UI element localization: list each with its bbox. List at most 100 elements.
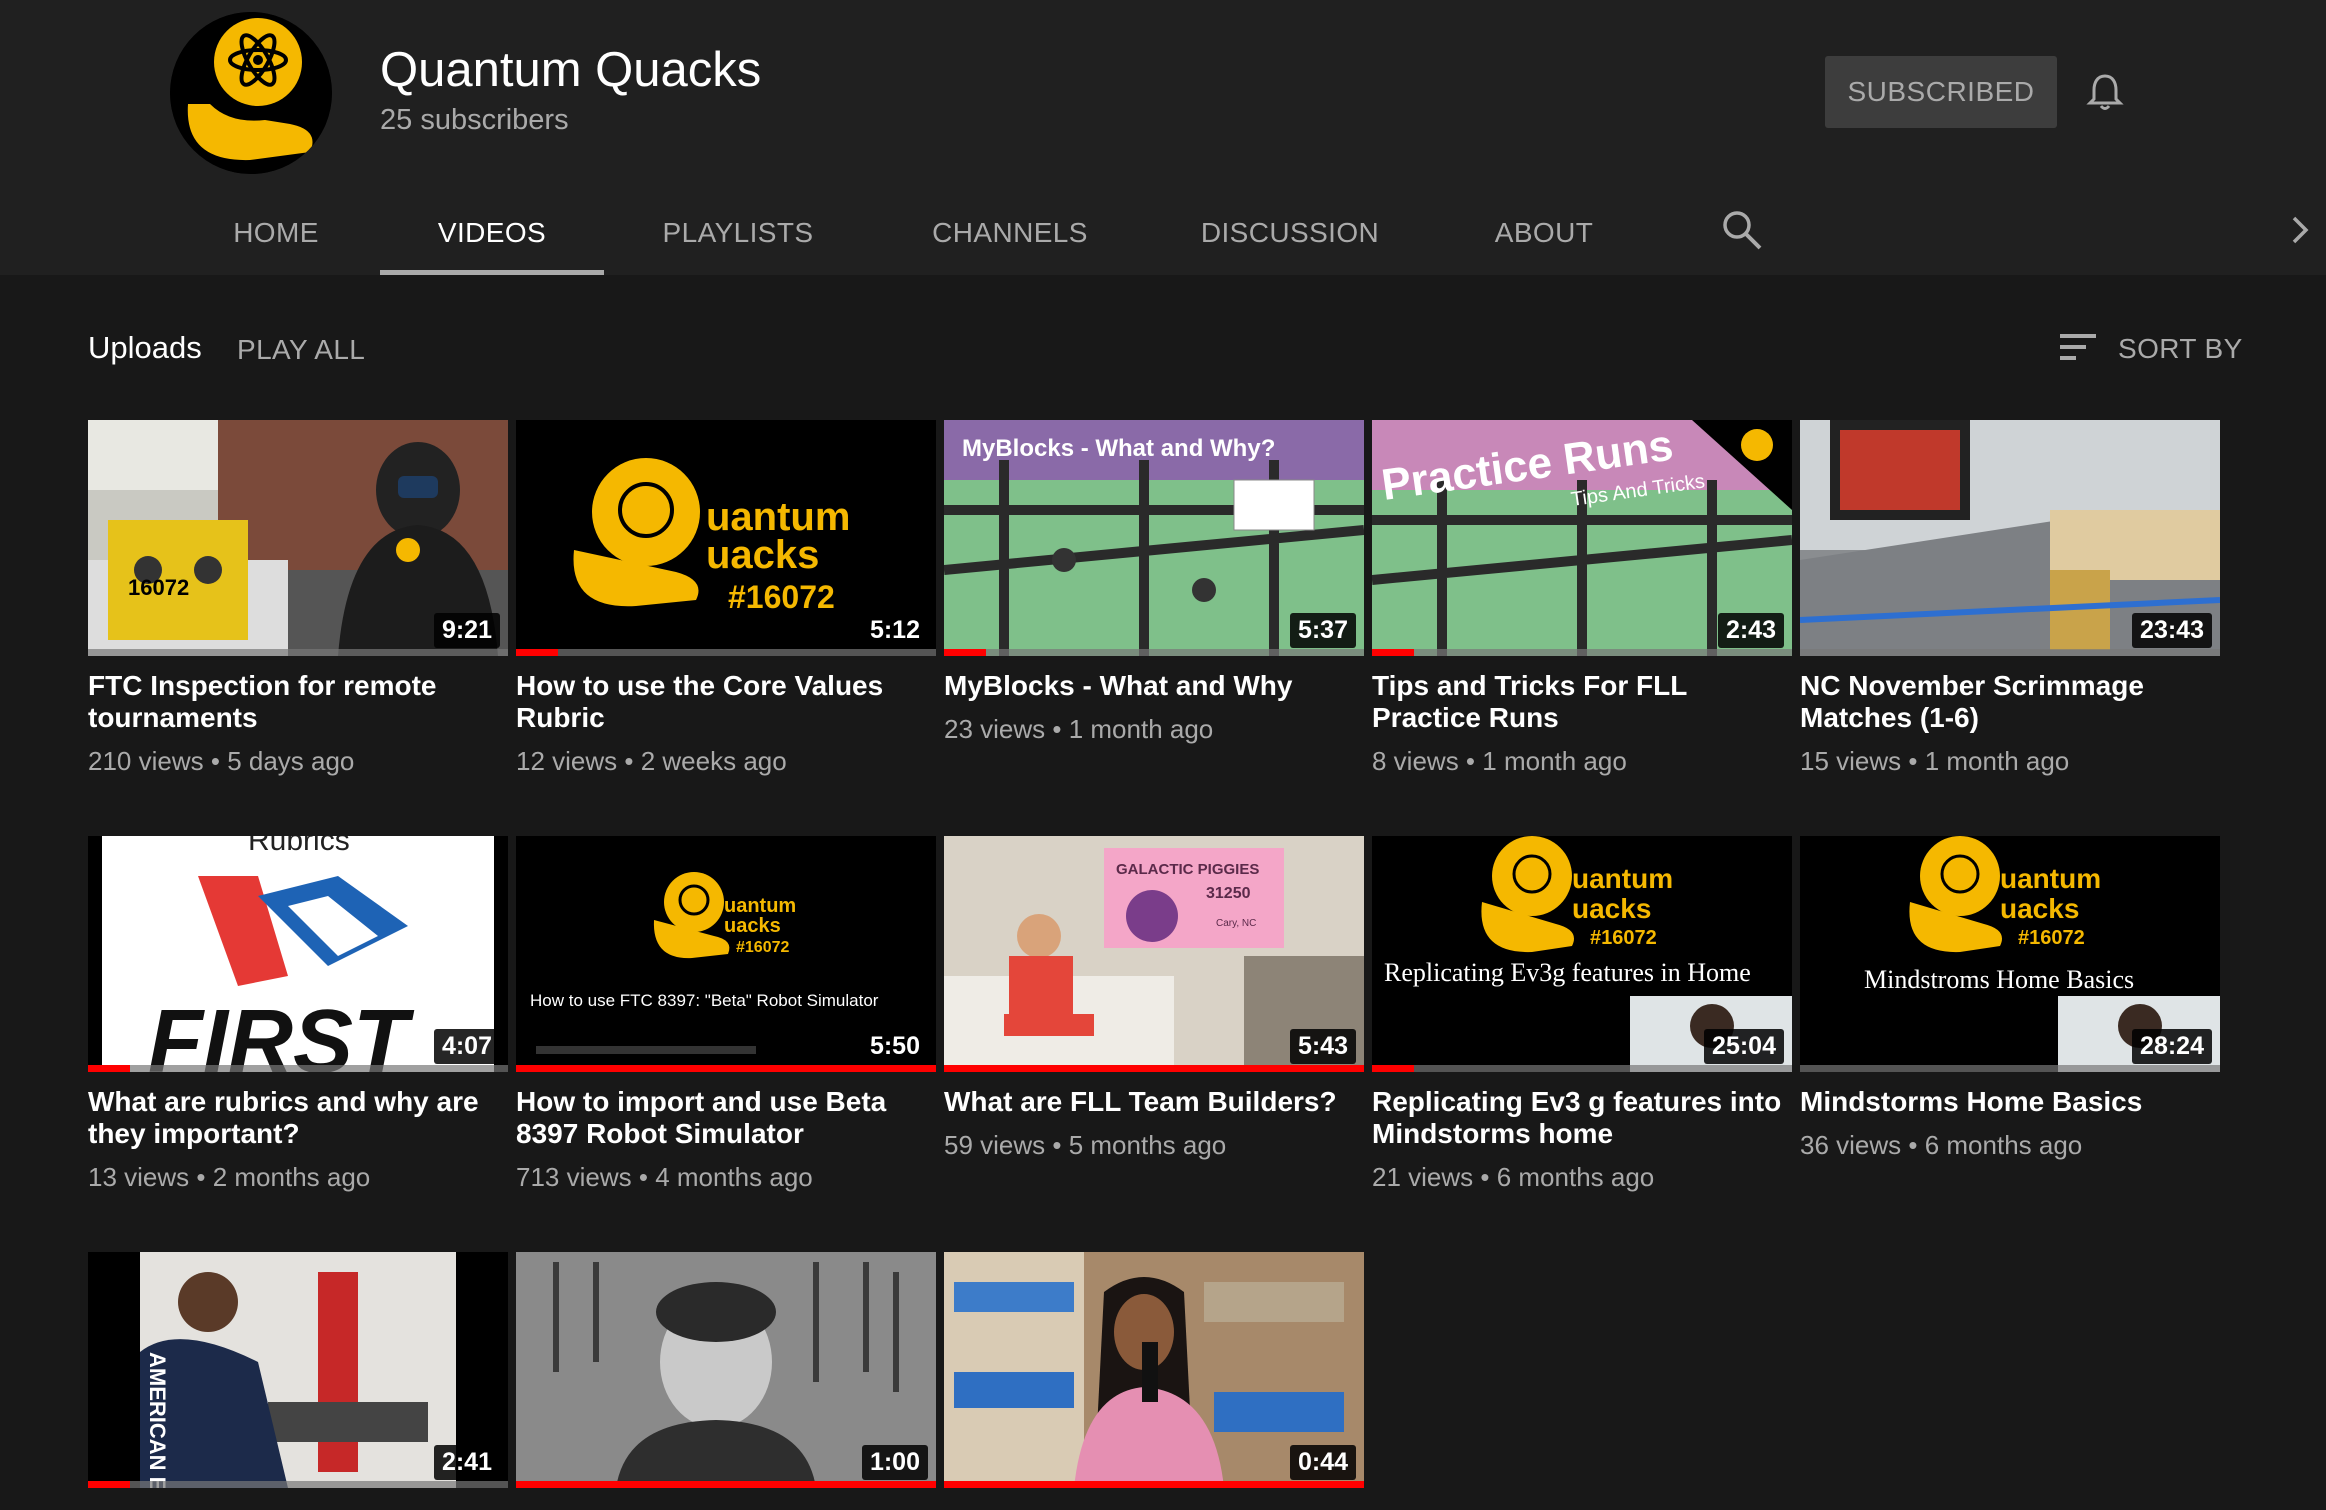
upload-age: 5 months ago bbox=[1068, 1130, 1227, 1160]
thumb-text: 16072 bbox=[128, 575, 189, 600]
upload-age: 6 months ago bbox=[1496, 1162, 1655, 1192]
thumb-text: How to use FTC 8397: "Beta" Robot Simula… bbox=[530, 991, 879, 1010]
video-thumbnail[interactable]: 23:43 bbox=[1800, 420, 2220, 656]
video-meta: 23 views • 1 month ago bbox=[944, 714, 1214, 744]
video-duration: 1:00 bbox=[861, 1445, 928, 1480]
watch-progress-fill bbox=[516, 649, 558, 656]
video-thumbnail[interactable]: 16072 9:21 bbox=[88, 420, 508, 656]
video-title[interactable]: NC November Scrimmage Matches (1-6) bbox=[1800, 670, 2220, 734]
video-thumbnail[interactable]: uantum uacks #16072 Replicating Ev3g fea… bbox=[1372, 836, 1792, 1072]
sort-icon[interactable] bbox=[2058, 331, 2098, 363]
thumb-text: FIRST bbox=[148, 992, 415, 1072]
video-card[interactable]: 16072 9:21 FTC Inspection for remote tou… bbox=[88, 420, 508, 777]
thumb-text: uacks bbox=[1572, 893, 1651, 924]
video-title[interactable]: What are FLL Team Builders? bbox=[944, 1086, 1364, 1118]
video-card[interactable]: uantum uacks #16072 5:12 How to use the … bbox=[516, 420, 936, 777]
view-count: 12 views bbox=[516, 746, 618, 776]
video-meta: 59 views • 5 months ago bbox=[944, 1130, 1227, 1160]
tab-channels[interactable]: CHANNELS bbox=[920, 190, 1100, 275]
thumb-text: #16072 bbox=[736, 939, 789, 956]
sort-by-button[interactable]: SORT BY bbox=[2118, 333, 2243, 365]
video-title[interactable]: Mindstorms Home Basics bbox=[1800, 1086, 2220, 1118]
video-thumbnail[interactable]: uantum uacks #16072 How to use FTC 8397:… bbox=[516, 836, 936, 1072]
watch-progress-fill bbox=[88, 1481, 130, 1488]
video-card[interactable]: 0:44 bbox=[944, 1252, 1364, 1488]
chevron-right-icon[interactable] bbox=[2288, 212, 2312, 248]
video-meta: 210 views • 5 days ago bbox=[88, 746, 355, 776]
watch-progress bbox=[516, 649, 936, 656]
watch-progress-fill bbox=[516, 1065, 936, 1072]
thumb-text: uantum bbox=[2000, 863, 2101, 894]
video-title[interactable]: What are rubrics and why are they import… bbox=[88, 1086, 508, 1150]
thumb-text: MyBlocks - What and Why? bbox=[962, 435, 1275, 462]
video-card[interactable]: AMERICAN EAGLE 2:41 bbox=[88, 1252, 508, 1488]
video-card[interactable]: 23:43 NC November Scrimmage Matches (1-6… bbox=[1800, 420, 2220, 777]
watch-progress bbox=[944, 1481, 1364, 1488]
watch-progress bbox=[1372, 649, 1792, 656]
video-title[interactable]: FTC Inspection for remote tournaments bbox=[88, 670, 508, 734]
watch-progress bbox=[516, 1065, 936, 1072]
video-title[interactable]: How to import and use Beta 8397 Robot Si… bbox=[516, 1086, 936, 1150]
watch-progress bbox=[944, 649, 1364, 656]
upload-age: 6 months ago bbox=[1924, 1130, 2083, 1160]
video-thumbnail[interactable]: Practice Runs Tips And Tricks 2:43 bbox=[1372, 420, 1792, 656]
tab-label: HOME bbox=[233, 216, 319, 248]
tab-label: VIDEOS bbox=[437, 216, 547, 248]
thumb-text: 31250 bbox=[1206, 885, 1251, 902]
watch-progress bbox=[88, 1065, 508, 1072]
tab-home[interactable]: HOME bbox=[215, 190, 337, 275]
video-card[interactable]: Rubrics FIRST 4:07 What are rubrics and … bbox=[88, 836, 508, 1193]
tab-about[interactable]: ABOUT bbox=[1480, 190, 1608, 275]
upload-age: 5 days ago bbox=[227, 746, 355, 776]
view-count: 36 views bbox=[1800, 1130, 1902, 1160]
video-card[interactable]: Practice Runs Tips And Tricks 2:43 Tips … bbox=[1372, 420, 1792, 777]
watch-progress-fill bbox=[516, 1481, 936, 1488]
watch-progress bbox=[1800, 649, 2220, 656]
video-title[interactable]: Replicating Ev3 g features into Mindstor… bbox=[1372, 1086, 1792, 1150]
video-thumbnail[interactable]: uantum uacks #16072 Mindstroms Home Basi… bbox=[1800, 836, 2220, 1072]
view-count: 21 views bbox=[1372, 1162, 1474, 1192]
video-thumbnail[interactable]: AMERICAN EAGLE 2:41 bbox=[88, 1252, 508, 1488]
video-duration: 0:44 bbox=[1289, 1445, 1356, 1480]
video-card[interactable]: 1:00 bbox=[516, 1252, 936, 1488]
watch-progress bbox=[516, 1481, 936, 1488]
video-thumbnail[interactable]: 1:00 bbox=[516, 1252, 936, 1488]
thumb-text: uacks bbox=[724, 915, 781, 937]
thumb-text: Replicating Ev3g features in Home bbox=[1384, 958, 1751, 987]
video-duration: 4:07 bbox=[433, 1029, 500, 1064]
video-duration: 25:04 bbox=[1704, 1029, 1784, 1064]
tab-discussion[interactable]: DISCUSSION bbox=[1195, 190, 1385, 275]
play-all-button[interactable]: PLAY ALL bbox=[237, 334, 365, 366]
bell-icon[interactable] bbox=[2085, 72, 2125, 112]
upload-age: 2 weeks ago bbox=[640, 746, 787, 776]
subscribed-button[interactable]: SUBSCRIBED bbox=[1825, 56, 2057, 128]
video-card[interactable]: GALACTIC PIGGIES 31250 Cary, NC 5:43 Wha… bbox=[944, 836, 1364, 1161]
watch-progress-fill bbox=[1372, 649, 1414, 656]
video-thumbnail[interactable]: 0:44 bbox=[944, 1252, 1364, 1488]
video-duration: 5:12 bbox=[861, 613, 928, 648]
thumb-text: Cary, NC bbox=[1216, 918, 1256, 929]
tab-playlists[interactable]: PLAYLISTS bbox=[645, 190, 831, 275]
watch-progress-fill bbox=[944, 649, 986, 656]
thumb-text: Rubrics bbox=[248, 836, 350, 857]
search-icon[interactable] bbox=[1720, 208, 1764, 252]
video-thumbnail[interactable]: Rubrics FIRST 4:07 bbox=[88, 836, 508, 1072]
video-duration: 5:43 bbox=[1289, 1029, 1356, 1064]
video-thumbnail[interactable]: uantum uacks #16072 5:12 bbox=[516, 420, 936, 656]
video-thumbnail[interactable]: MyBlocks - What and Why? 5:37 bbox=[944, 420, 1364, 656]
tab-videos[interactable]: VIDEOS bbox=[380, 190, 604, 275]
video-title[interactable]: How to use the Core Values Rubric bbox=[516, 670, 936, 734]
video-card[interactable]: uantum uacks #16072 How to use FTC 8397:… bbox=[516, 836, 936, 1193]
video-card[interactable]: uantum uacks #16072 Mindstroms Home Basi… bbox=[1800, 836, 2220, 1161]
video-title[interactable]: MyBlocks - What and Why bbox=[944, 670, 1364, 702]
video-title[interactable]: Tips and Tricks For FLL Practice Runs bbox=[1372, 670, 1792, 734]
video-card[interactable]: uantum uacks #16072 Replicating Ev3g fea… bbox=[1372, 836, 1792, 1193]
video-meta: 12 views • 2 weeks ago bbox=[516, 746, 787, 776]
video-card[interactable]: MyBlocks - What and Why? 5:37 MyBlocks -… bbox=[944, 420, 1364, 745]
watch-progress-fill bbox=[88, 1065, 130, 1072]
channel-avatar[interactable] bbox=[170, 12, 332, 174]
view-count: 713 views bbox=[516, 1162, 632, 1192]
video-thumbnail[interactable]: GALACTIC PIGGIES 31250 Cary, NC 5:43 bbox=[944, 836, 1364, 1072]
video-duration: 28:24 bbox=[2132, 1029, 2212, 1064]
tab-label: CHANNELS bbox=[932, 216, 1088, 248]
